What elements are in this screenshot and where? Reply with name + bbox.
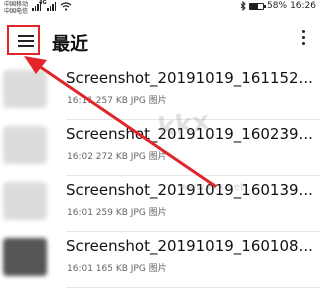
battery-fill (250, 3, 258, 9)
file-name: Screenshot_20191019_161152... (66, 69, 313, 87)
hamburger-menu-icon[interactable] (18, 35, 34, 47)
status-right: 58% 16:26 (240, 1, 316, 11)
app-bar: 最近 (0, 18, 320, 64)
signal-icon-2 (47, 2, 56, 11)
file-row[interactable]: Screenshot_20191019_160139... 16:01 259 K… (0, 176, 320, 232)
carrier-2: 中国电信 (4, 8, 29, 15)
clock: 16:26 (290, 1, 316, 11)
file-meta: 16:11 257 KB JPG 图片 (67, 96, 167, 106)
file-row[interactable]: Screenshot_20191019_161152... 16:11 257 K… (0, 64, 320, 120)
file-meta: 16:02 272 KB JPG 图片 (67, 152, 167, 162)
divider (66, 287, 320, 288)
menu-button[interactable] (7, 25, 40, 55)
file-meta: 16:01 165 KB JPG 图片 (67, 264, 167, 274)
file-row[interactable]: Screenshot_20191019_160108... 16:01 165 K… (0, 232, 320, 288)
network-type: 4G (39, 0, 47, 6)
file-thumbnail[interactable] (3, 126, 47, 164)
battery-percent: 58% (267, 1, 288, 11)
file-name: Screenshot_20191019_160108... (66, 237, 313, 255)
more-vert-icon[interactable] (302, 30, 306, 50)
file-thumbnail[interactable] (3, 238, 47, 276)
watermark-url: www.kkx.net (180, 182, 244, 193)
carrier-1: 中国移动 (4, 1, 29, 8)
file-meta: 16:01 259 KB JPG 图片 (67, 208, 167, 218)
wifi-icon (60, 2, 72, 11)
status-bar: 中国移动 中国电信 4G 58% 16:26 (0, 0, 320, 16)
bluetooth-icon (240, 1, 246, 11)
file-thumbnail[interactable] (3, 182, 47, 220)
file-thumbnail[interactable] (3, 70, 47, 108)
carrier-info: 中国移动 中国电信 (4, 1, 28, 15)
page-title: 最近 (52, 34, 88, 55)
battery-icon (249, 2, 267, 10)
